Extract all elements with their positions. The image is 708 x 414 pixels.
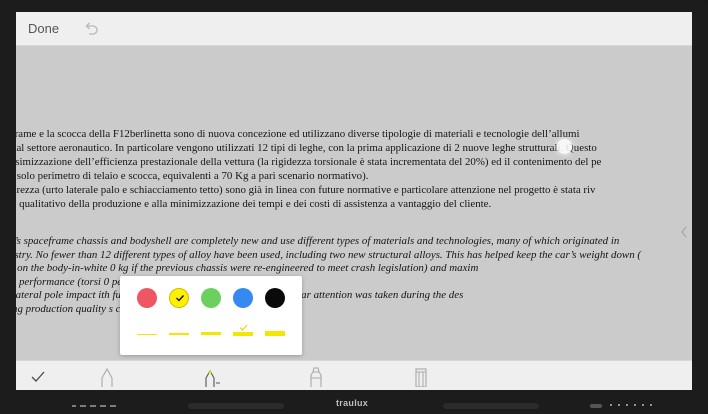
text-line: ing production quality s costs for the c… xyxy=(16,302,199,315)
text-line: ts performance (torsi 0 per cent). xyxy=(16,275,154,288)
done-button[interactable]: Done xyxy=(28,21,59,36)
text-line: dal settore aeronautico. In particolare … xyxy=(16,142,597,155)
indicator-dot xyxy=(626,404,628,406)
color-swatch-black[interactable] xyxy=(265,288,285,308)
indicator-dot xyxy=(618,404,620,406)
color-swatch-yellow[interactable] xyxy=(169,288,189,308)
stroke-size-5[interactable] xyxy=(265,322,285,340)
color-swatch-green[interactable] xyxy=(201,288,221,308)
text-line: urezza (urto laterale palo e schiacciame… xyxy=(16,184,596,197)
text-line: d on the body-in-white 0 kg if the previ… xyxy=(16,262,479,274)
stroke-line xyxy=(137,334,157,335)
color-palette-popup xyxy=(120,276,302,355)
brand-logo: traulux xyxy=(336,398,369,408)
stroke-line xyxy=(169,333,189,335)
stroke-size-4[interactable] xyxy=(233,322,253,340)
bezel-slot xyxy=(188,403,284,409)
highlighter-icon[interactable] xyxy=(203,366,223,387)
stroke-size-3[interactable] xyxy=(201,322,221,340)
bezel-slot xyxy=(443,403,539,409)
text-line: (lateral pole impact ith future legislat… xyxy=(16,289,464,301)
indicator-light xyxy=(110,405,116,407)
stroke-size-1[interactable] xyxy=(137,322,157,340)
annotation-toolbar xyxy=(16,360,692,390)
check-icon[interactable] xyxy=(30,366,46,387)
indicator-light xyxy=(100,405,106,407)
eraser-icon[interactable] xyxy=(414,366,428,387)
text-line: a’s spaceframe chassis and bodyshell are… xyxy=(16,235,620,247)
italian-paragraph: frame e la scocca della F12berlinetta so… xyxy=(16,127,601,212)
undo-icon[interactable] xyxy=(82,20,100,38)
text-line: ustry. No fewer than 12 different types … xyxy=(16,248,641,261)
chevron-left-icon[interactable] xyxy=(680,226,688,238)
text-line: frame e la scocca della F12berlinetta so… xyxy=(16,128,580,140)
top-bar: Done xyxy=(16,12,692,46)
pen-icon[interactable] xyxy=(100,366,114,387)
screen: Done frame e la scocca della F12berlinet… xyxy=(16,12,692,390)
indicator-light xyxy=(80,405,86,407)
checkmark-icon xyxy=(239,324,248,331)
indicator-light xyxy=(72,405,76,407)
stroke-line xyxy=(233,332,253,336)
text-line: l solo perimetro di telaio e scocca, equ… xyxy=(16,170,369,183)
stroke-line xyxy=(201,332,221,335)
stroke-size-2[interactable] xyxy=(169,322,189,340)
indicator-dot xyxy=(634,404,636,406)
text-line: ssimizzazione dell’efficienza prestazion… xyxy=(16,156,602,169)
document-area[interactable]: frame e la scocca della F12berlinetta so… xyxy=(16,46,692,360)
power-button[interactable] xyxy=(590,404,602,408)
checkmark-icon xyxy=(176,295,185,302)
color-swatch-blue[interactable] xyxy=(233,288,253,308)
english-paragraph: a’s spaceframe chassis and bodyshell are… xyxy=(16,235,641,316)
touch-cursor xyxy=(557,139,572,154)
stroke-line xyxy=(265,331,285,336)
color-swatch-red[interactable] xyxy=(137,288,157,308)
marker-icon[interactable] xyxy=(309,366,323,387)
indicator-dot xyxy=(650,404,652,406)
text-line: o qualitativo della produzione e alla mi… xyxy=(16,198,492,211)
indicator-dot xyxy=(642,404,644,406)
indicator-light xyxy=(90,405,96,407)
bezel-bottom-strip: traulux xyxy=(0,394,708,414)
indicator-dot xyxy=(610,404,612,406)
